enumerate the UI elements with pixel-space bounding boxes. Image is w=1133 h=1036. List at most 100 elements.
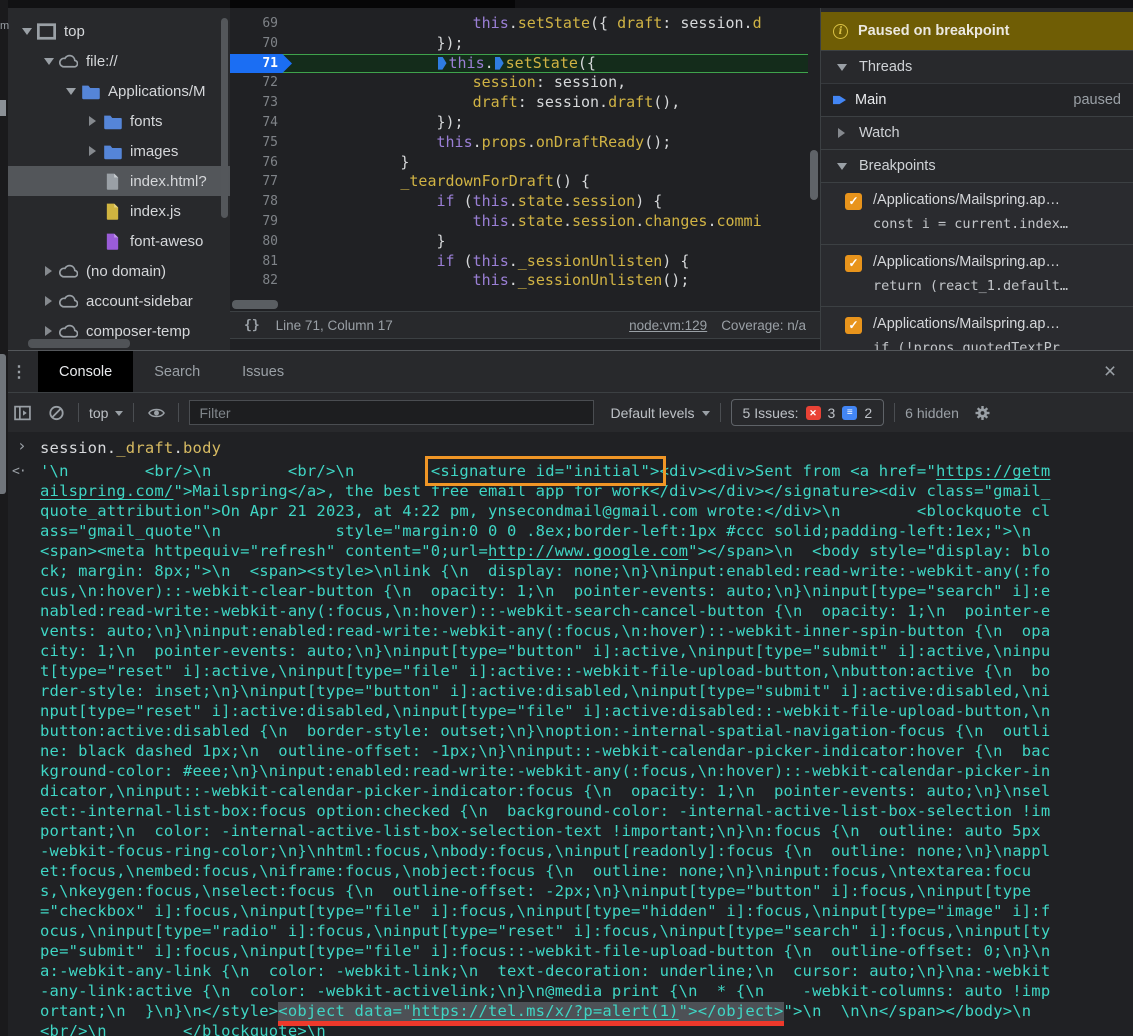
console-link[interactable]: https://tel.ms/x/?p=alert(1) (412, 1002, 679, 1026)
file-tree-item[interactable]: index.js (8, 196, 230, 226)
tab-console[interactable]: Console (38, 351, 133, 392)
editor-status-bar: {} Line 71, Column 17 node:vm:129 Covera… (230, 311, 820, 339)
chevron-down-icon[interactable] (40, 58, 57, 65)
show-console-sidebar-icon[interactable] (10, 403, 34, 423)
window-icon (37, 23, 56, 40)
line-number[interactable]: 78 (230, 192, 292, 212)
breakpoint-checkbox[interactable]: ✓ (845, 255, 862, 272)
chevron-down-icon[interactable] (18, 28, 35, 35)
chevron-right-icon[interactable] (84, 146, 101, 156)
file-tree-item-label: (no domain) (86, 263, 166, 280)
line-number[interactable]: 77 (230, 172, 292, 192)
editor-horizontal-scrollbar[interactable] (232, 300, 278, 309)
file-tree-item-label: font-aweso (130, 233, 203, 250)
watch-section-header[interactable]: Watch (821, 116, 1133, 149)
breakpoint-item[interactable]: ✓/Applications/Mailspring.ap…if (!props.… (821, 306, 1133, 350)
line-number[interactable]: 69 (230, 14, 292, 34)
file-tree-item[interactable]: Applications/M (8, 76, 230, 106)
window-top-edge (0, 0, 1133, 8)
background-window-sliver: m (0, 0, 8, 1036)
navigator-horizontal-scrollbar[interactable] (28, 339, 130, 348)
line-number[interactable]: 75 (230, 133, 292, 153)
issues-counter-button[interactable]: 5 Issues: ✕ 3 ≡ 2 (731, 399, 885, 426)
debugger-sidebar: i Paused on breakpoint Threads Main paus… (820, 8, 1133, 350)
console-output-line: quote_attribution">On Apr 21 2023, at 4:… (40, 501, 1133, 521)
file-tree-item[interactable]: index.html? (8, 166, 230, 196)
breakpoint-checkbox[interactable]: ✓ (845, 317, 862, 334)
line-number[interactable]: 79 (230, 212, 292, 232)
breakpoint-item[interactable]: ✓/Applications/Mailspring.ap…return (rea… (821, 244, 1133, 306)
file-tree-item[interactable]: images (8, 136, 230, 166)
continue-to-here-marker-icon[interactable] (495, 57, 504, 70)
file-tree-item[interactable]: top (8, 16, 230, 46)
chevron-right-icon[interactable] (84, 116, 101, 126)
editor-vertical-scrollbar[interactable] (810, 150, 818, 200)
file-tree-item[interactable]: file:// (8, 46, 230, 76)
background-scrollbar-fragment-2 (0, 354, 6, 494)
thread-item-main[interactable]: Main paused (821, 83, 1133, 116)
console-filter-input[interactable] (189, 400, 594, 425)
chevron-down-icon (702, 411, 710, 416)
info-icon: i (833, 24, 848, 39)
pretty-print-icon[interactable]: {} (244, 318, 260, 333)
breakpoints-section-header[interactable]: Breakpoints (821, 149, 1133, 182)
editor-top-fragment (230, 0, 515, 8)
code-line-row: 78 if (this.state.session) { (230, 192, 808, 212)
breakpoint-item[interactable]: ✓/Applications/Mailspring.ap…const i = c… (821, 182, 1133, 244)
code-line: this.setState({ (292, 54, 596, 74)
log-levels-dropdown[interactable]: Default levels (610, 405, 709, 421)
coverage-status: Coverage: n/a (721, 318, 806, 333)
chevron-right-icon[interactable] (40, 326, 57, 336)
line-number[interactable]: 81 (230, 252, 292, 272)
create-live-expression-icon[interactable] (144, 403, 168, 423)
file-tree-item[interactable]: (no domain) (8, 256, 230, 286)
line-number[interactable]: 70 (230, 34, 292, 54)
continue-to-here-marker-icon[interactable] (438, 57, 447, 70)
file-tree-item[interactable]: account-sidebar (8, 286, 230, 316)
console-input-expression[interactable]: › session._draft.body (0, 438, 1133, 460)
close-icon[interactable]: × (1087, 351, 1133, 392)
console-link[interactable]: https://getm (936, 462, 1050, 480)
threads-section-header[interactable]: Threads (821, 50, 1133, 83)
console-output-line: dicator,\ninput::-webkit-calendar-picker… (40, 781, 1133, 801)
breaking-change-icon: ≡ (842, 406, 857, 420)
code-line-row: 81 if (this._sessionUnlisten) { (230, 252, 808, 272)
breakpoint-checkbox[interactable]: ✓ (845, 193, 862, 210)
source-mapped-file-link[interactable]: node:vm:129 (629, 318, 707, 333)
sources-panel: topfile://Applications/Mfontsimagesindex… (8, 8, 1133, 350)
folder-icon (103, 113, 122, 130)
file-tree-item-label: account-sidebar (86, 293, 193, 310)
chevron-down-icon[interactable] (62, 88, 79, 95)
console-output-line: kground-color: #eee;\n}\ninput:enabled:r… (40, 761, 1133, 781)
console-output-line: a:-webkit-any-link {\n color: -webkit-li… (40, 961, 1133, 981)
clear-console-icon[interactable] (44, 403, 68, 423)
chevron-right-icon[interactable] (40, 296, 57, 306)
line-number[interactable]: 76 (230, 153, 292, 173)
file-tree-item[interactable]: fonts (8, 106, 230, 136)
code-line: this._sessionUnlisten(); (292, 271, 689, 291)
folder-icon (103, 143, 122, 160)
breakpoint-code-snippet: return (react_1.default… (873, 278, 1068, 294)
file-icon (103, 173, 122, 190)
tab-search[interactable]: Search (133, 351, 221, 392)
code-line: this.props.onDraftReady(); (292, 133, 671, 153)
line-number[interactable]: 82 (230, 271, 292, 291)
breakpoint-code-snippet: const i = current.index… (873, 216, 1068, 232)
file-tree-item[interactable]: font-aweso (8, 226, 230, 256)
console-link[interactable]: http://www.google.com (488, 542, 688, 560)
console-settings-gear-icon[interactable] (971, 403, 995, 423)
console-output-line: ect:-internal-list-box:focus option:chec… (40, 801, 1133, 821)
line-number[interactable]: 74 (230, 113, 292, 133)
chevron-right-icon[interactable] (40, 266, 57, 276)
line-number[interactable]: 80 (230, 232, 292, 252)
console-link[interactable]: ailspring.com/ (40, 482, 173, 500)
line-number[interactable]: 73 (230, 93, 292, 113)
devtools-window: m topfile://Applications/Mfontsimagesind… (0, 0, 1133, 1036)
active-line-number-badge[interactable]: 71 (230, 54, 292, 74)
line-number[interactable]: 72 (230, 73, 292, 93)
navigator-vertical-scrollbar[interactable] (221, 18, 228, 218)
tab-issues[interactable]: Issues (221, 351, 305, 392)
javascript-context-dropdown[interactable]: top (89, 405, 123, 421)
file-navigator: topfile://Applications/Mfontsimagesindex… (8, 8, 230, 350)
hidden-messages-count[interactable]: 6 hidden (905, 405, 959, 421)
